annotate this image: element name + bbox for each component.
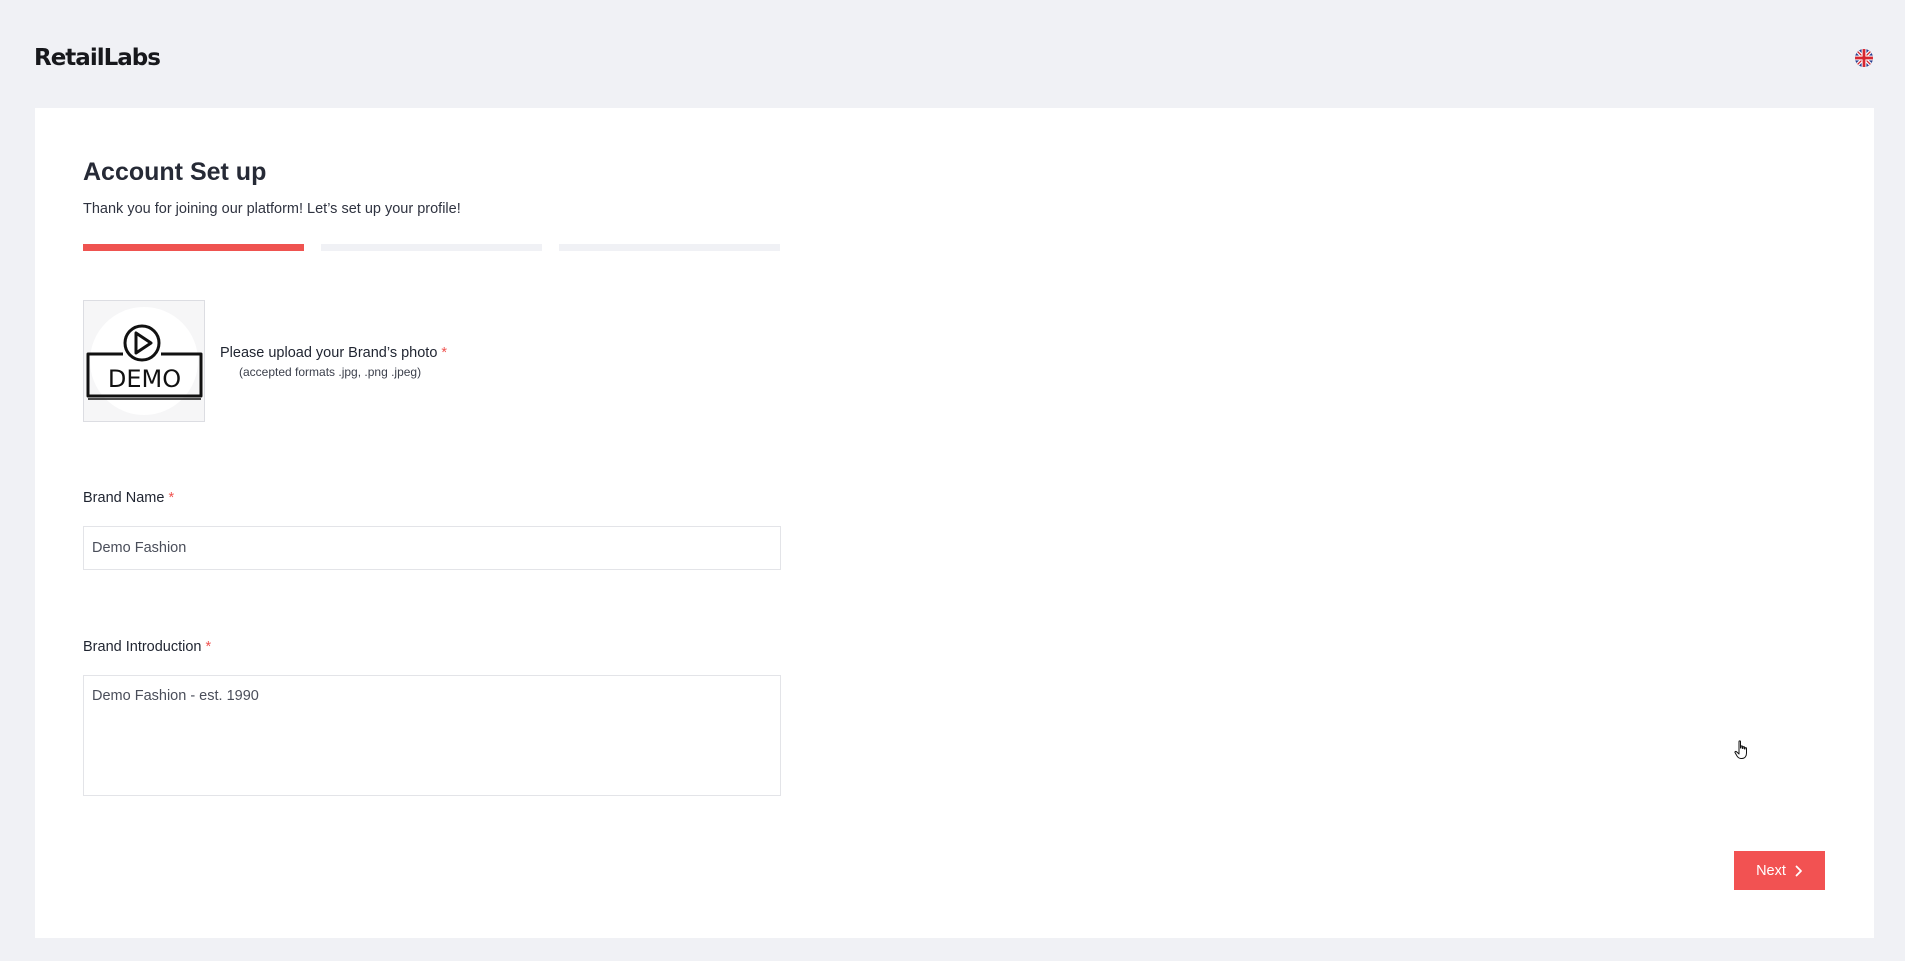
brand-introduction-textarea[interactable]: Demo Fashion - est. 1990 bbox=[83, 675, 781, 796]
brand-name-input[interactable] bbox=[83, 526, 781, 570]
uk-flag-icon[interactable] bbox=[1855, 49, 1873, 67]
next-button-label: Next bbox=[1756, 862, 1786, 879]
play-icon bbox=[123, 324, 161, 362]
logo: RetailLabs bbox=[34, 45, 161, 71]
top-bar: RetailLabs bbox=[0, 0, 1905, 108]
brand-photo-upload[interactable]: DEMO bbox=[83, 300, 205, 422]
required-asterisk: * bbox=[205, 639, 212, 655]
page-title: Account Set up bbox=[83, 158, 267, 186]
chevron-right-icon bbox=[1795, 865, 1802, 876]
demo-logo-image: DEMO bbox=[86, 324, 203, 400]
brand-name-label: Brand Name * bbox=[83, 490, 175, 506]
progress-step-3 bbox=[559, 244, 780, 251]
progress-step-2 bbox=[321, 244, 542, 251]
required-asterisk: * bbox=[441, 345, 448, 361]
photo-format-hint: (accepted formats .jpg, .png .jpeg) bbox=[239, 365, 422, 379]
step-progress bbox=[83, 244, 780, 251]
progress-step-1 bbox=[83, 244, 304, 251]
svg-text:DEMO: DEMO bbox=[108, 365, 181, 393]
page-subtitle: Thank you for joining our platform! Let’… bbox=[83, 201, 461, 217]
photo-upload-label: Please upload your Brand’s photo * bbox=[220, 345, 448, 361]
setup-card: Account Set up Thank you for joining our… bbox=[35, 108, 1874, 938]
required-asterisk: * bbox=[168, 490, 175, 506]
brand-introduction-label: Brand Introduction * bbox=[83, 639, 212, 655]
next-button[interactable]: Next bbox=[1734, 851, 1825, 890]
